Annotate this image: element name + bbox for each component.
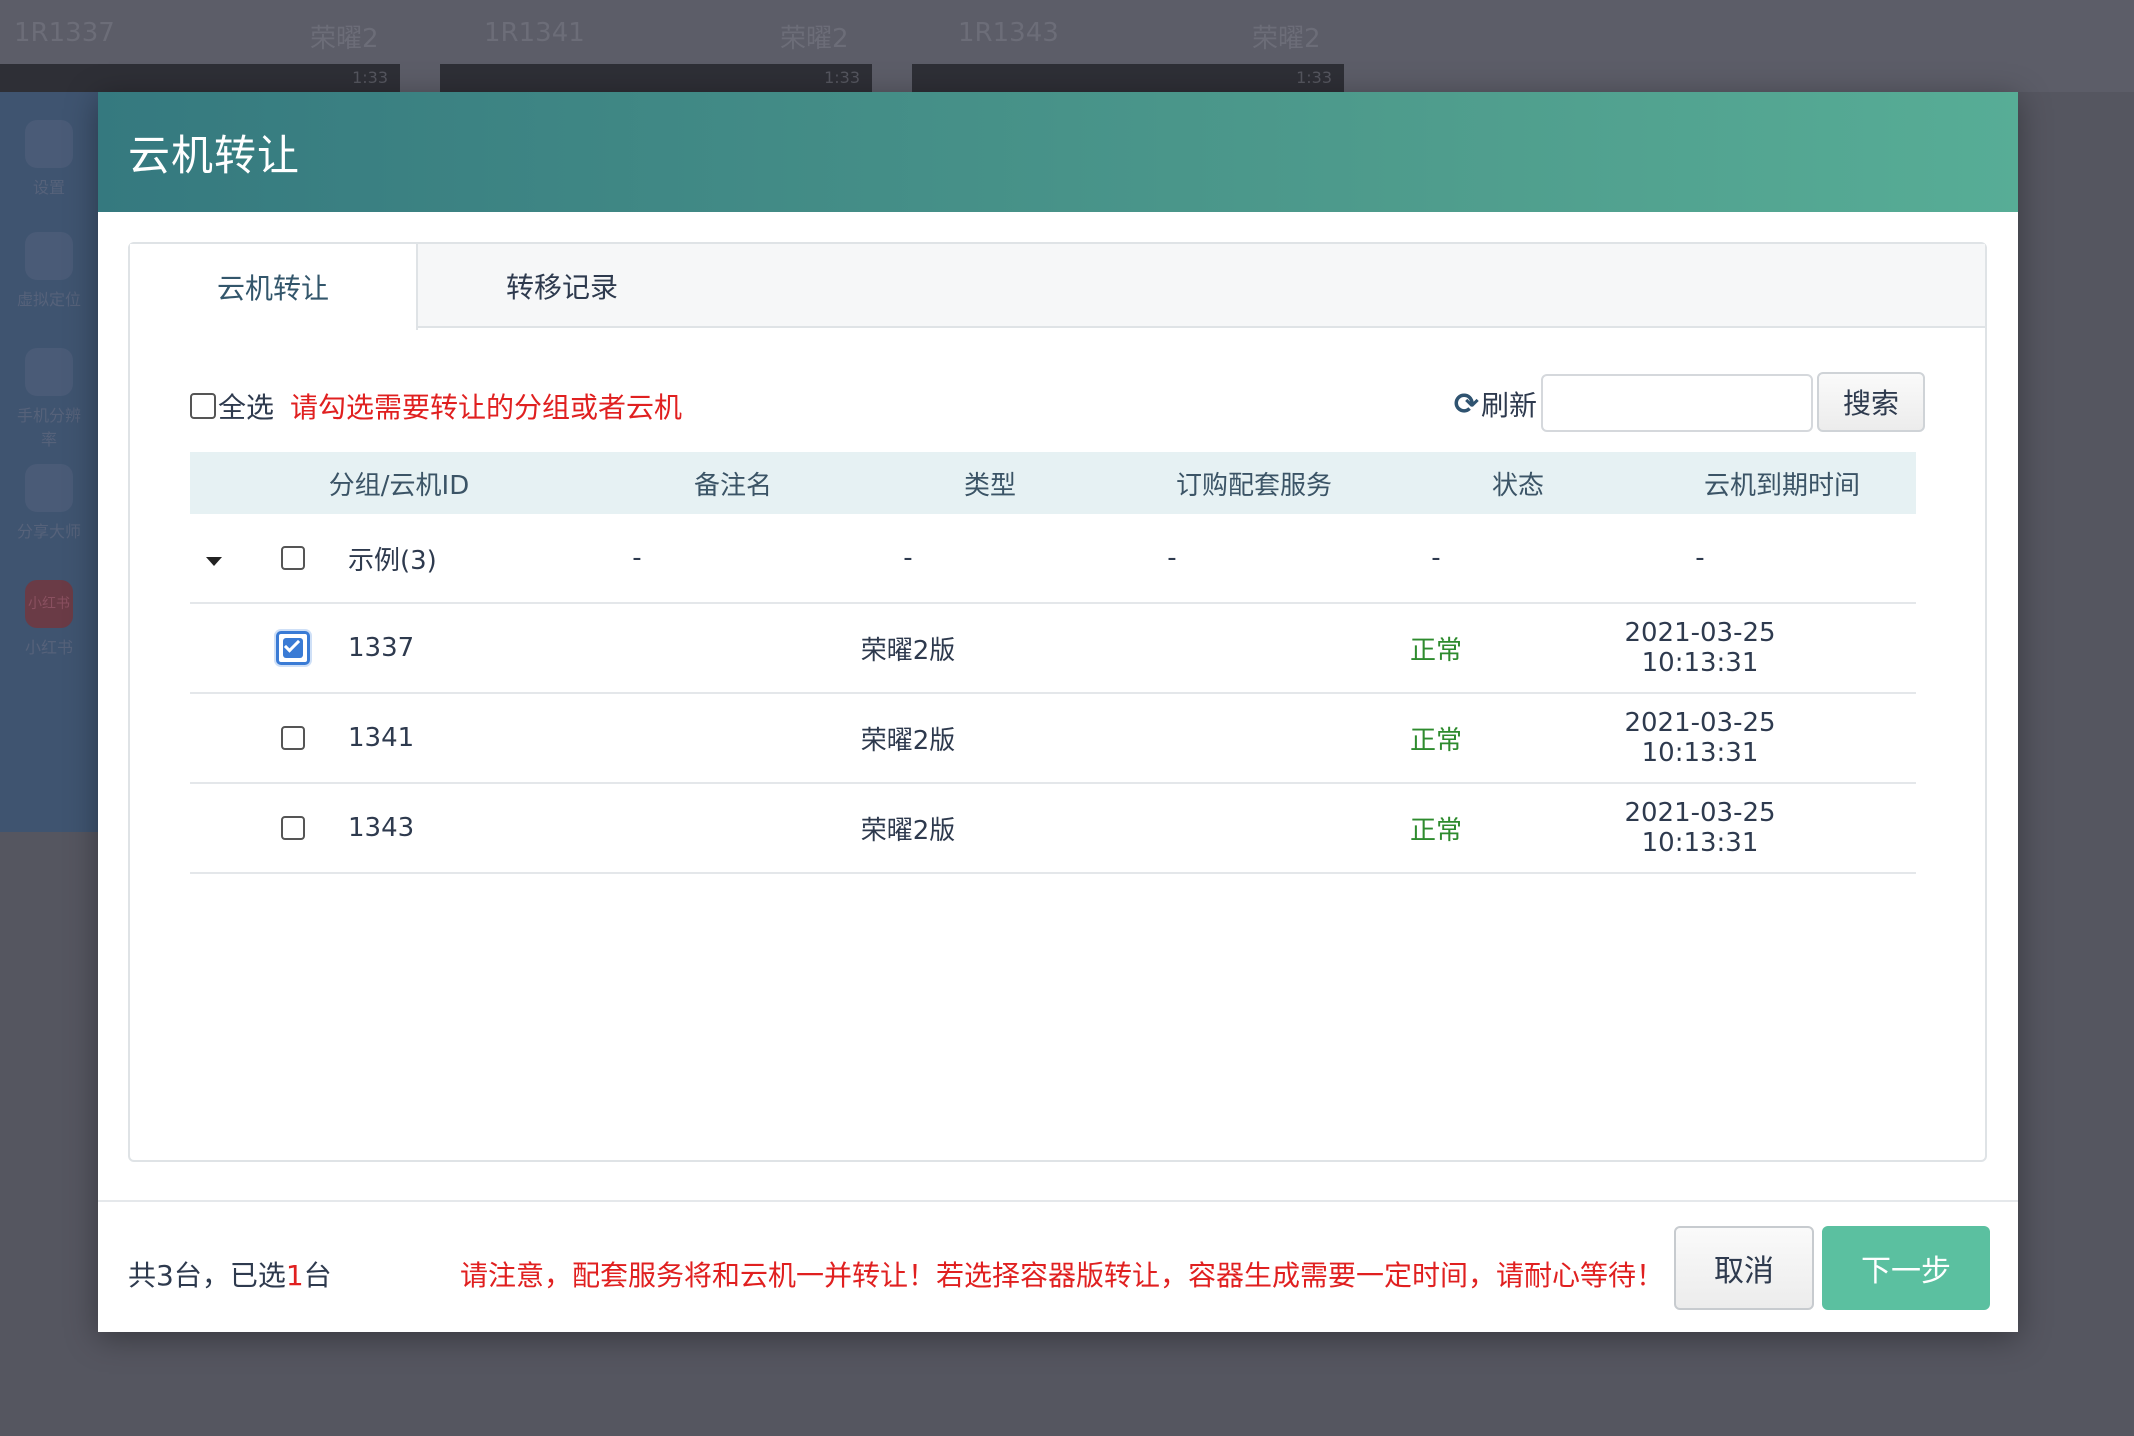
- tab-panel: 云机转让 转移记录 全选 请勾选需要转让的分组或者云机 ⟳ 刷新 搜索 分组/云…: [128, 242, 1987, 1162]
- select-all[interactable]: 全选 请勾选需要转让的分组或者云机: [190, 386, 682, 426]
- select-all-label: 全选: [218, 391, 275, 424]
- selection-count: 共3台，已选1台: [128, 1259, 332, 1292]
- device-id: 1341: [348, 723, 415, 753]
- phone-name: 1R1337: [14, 18, 115, 48]
- table-row: 1343 荣曜2版 正常 2021-03-25 10:13:31: [190, 784, 1916, 874]
- phone-brand: 荣曜2: [310, 24, 379, 54]
- device-type: 荣曜2版: [860, 635, 956, 666]
- column-header-id: 分组/云机ID: [328, 470, 470, 501]
- group-note: -: [632, 543, 642, 573]
- device-type: 荣曜2版: [860, 725, 956, 756]
- selected-count: 1: [285, 1259, 304, 1292]
- cancel-button[interactable]: 取消: [1674, 1226, 1814, 1310]
- device-status: 正常: [1409, 635, 1462, 666]
- group-expire: -: [1695, 543, 1705, 573]
- device-expire: 2021-03-25 10:13:31: [1624, 708, 1776, 768]
- select-all-checkbox[interactable]: [190, 393, 216, 419]
- transfer-dialog: 云机转让 云机转让 转移记录 全选 请勾选需要转让的分组或者云机 ⟳ 刷新 搜索…: [98, 92, 2018, 1332]
- group-service: -: [1167, 543, 1177, 573]
- column-header-note: 备注名: [693, 470, 772, 501]
- table-header: 分组/云机ID 备注名 类型 订购配套服务 状态 云机到期时间: [190, 452, 1916, 514]
- group-type: -: [903, 543, 913, 573]
- xiaohongshu-icon: 小红书: [25, 580, 73, 628]
- refresh-icon: ⟳: [1453, 386, 1479, 422]
- location-icon: [25, 232, 73, 280]
- app-resolution: 手机分辨率: [10, 348, 88, 450]
- row-checkbox-checked[interactable]: [276, 631, 310, 665]
- table-row: 1341 荣曜2版 正常 2021-03-25 10:13:31: [190, 694, 1916, 784]
- phone-statusbar: 1:33: [912, 64, 1344, 92]
- dialog-footer: 共3台，已选1台 请注意，配套服务将和云机一并转让！若选择容器版转让，容器生成需…: [98, 1202, 2018, 1332]
- group-row: 示例(3) - - - - -: [190, 514, 1916, 604]
- refresh-label: 刷新: [1480, 389, 1537, 422]
- checkmark-icon: [283, 636, 301, 653]
- phone-brand: 荣曜2: [780, 24, 849, 54]
- row-checkbox-cell: [238, 631, 348, 665]
- background-phone-1: 1R1337 荣曜2 1:33: [0, 0, 440, 92]
- phone-name: 1R1341: [484, 18, 585, 48]
- group-status: -: [1431, 543, 1441, 573]
- phone-statusbar: 1:33: [440, 64, 872, 92]
- tab-transfer-records[interactable]: 转移记录: [418, 244, 706, 328]
- device-expire: 2021-03-25 10:13:31: [1624, 618, 1776, 678]
- device-id: 1343: [348, 813, 415, 843]
- group-name: 示例(3): [348, 545, 437, 576]
- toolbar: 全选 请勾选需要转让的分组或者云机 ⟳ 刷新 搜索: [190, 372, 1925, 434]
- row-checkbox[interactable]: [281, 726, 305, 750]
- expand-toggle[interactable]: [190, 543, 238, 573]
- search-button[interactable]: 搜索: [1817, 372, 1925, 432]
- phone-brand: 荣曜2: [1252, 24, 1321, 54]
- app-xiaohongshu: 小红书 小红书: [10, 580, 88, 658]
- column-header-status: 状态: [1491, 470, 1544, 501]
- column-header-expire: 云机到期时间: [1703, 470, 1860, 501]
- background-phone-2: 1R1341 荣曜2 1:33: [440, 0, 880, 92]
- device-table: 分组/云机ID 备注名 类型 订购配套服务 状态 云机到期时间 示例(3) - …: [190, 452, 1916, 874]
- tab-transfer[interactable]: 云机转让: [130, 244, 418, 330]
- row-checkbox-cell: [238, 816, 348, 840]
- group-checkbox-cell: [238, 546, 348, 570]
- row-checkbox-cell: [238, 726, 348, 750]
- app-settings: 设置: [10, 120, 88, 198]
- app-virtual-location: 虚拟定位: [10, 232, 88, 310]
- device-status: 正常: [1409, 815, 1462, 846]
- phone-statusbar: 1:33: [0, 64, 400, 92]
- device-expire: 2021-03-25 10:13:31: [1624, 798, 1776, 858]
- column-header-type: 类型: [963, 470, 1016, 501]
- caret-down-icon: [206, 557, 222, 566]
- device-status: 正常: [1409, 725, 1462, 756]
- android-icon: [25, 464, 73, 512]
- device-id: 1337: [348, 633, 415, 663]
- next-step-button[interactable]: 下一步: [1822, 1226, 1990, 1310]
- background-phone-3: 1R1343 荣曜2 1:33: [912, 0, 1352, 92]
- row-checkbox[interactable]: [281, 816, 305, 840]
- settings-icon: [25, 120, 73, 168]
- android-icon: [25, 348, 73, 396]
- refresh-button[interactable]: ⟳ 刷新: [1454, 384, 1537, 424]
- dialog-title: 云机转让: [128, 130, 301, 180]
- column-header-service: 订购配套服务: [1175, 470, 1332, 501]
- selection-hint: 请勾选需要转让的分组或者云机: [290, 391, 683, 424]
- dialog-header: 云机转让: [98, 92, 2018, 212]
- phone-name: 1R1343: [958, 18, 1059, 48]
- group-checkbox[interactable]: [281, 546, 305, 570]
- app-share: 分享大师: [10, 464, 88, 542]
- tab-bar: 云机转让 转移记录: [130, 244, 1985, 330]
- search-input[interactable]: [1541, 374, 1813, 432]
- transfer-notice: 请注意，配套服务将和云机一并转让！若选择容器版转让，容器生成需要一定时间，请耐心…: [460, 1259, 1665, 1292]
- device-type: 荣曜2版: [860, 815, 956, 846]
- background-app-drawer: 设置 虚拟定位 手机分辨率 分享大师 小红书 小红书: [0, 92, 98, 832]
- table-row: 1337 荣曜2版 正常 2021-03-25 10:13:31: [190, 604, 1916, 694]
